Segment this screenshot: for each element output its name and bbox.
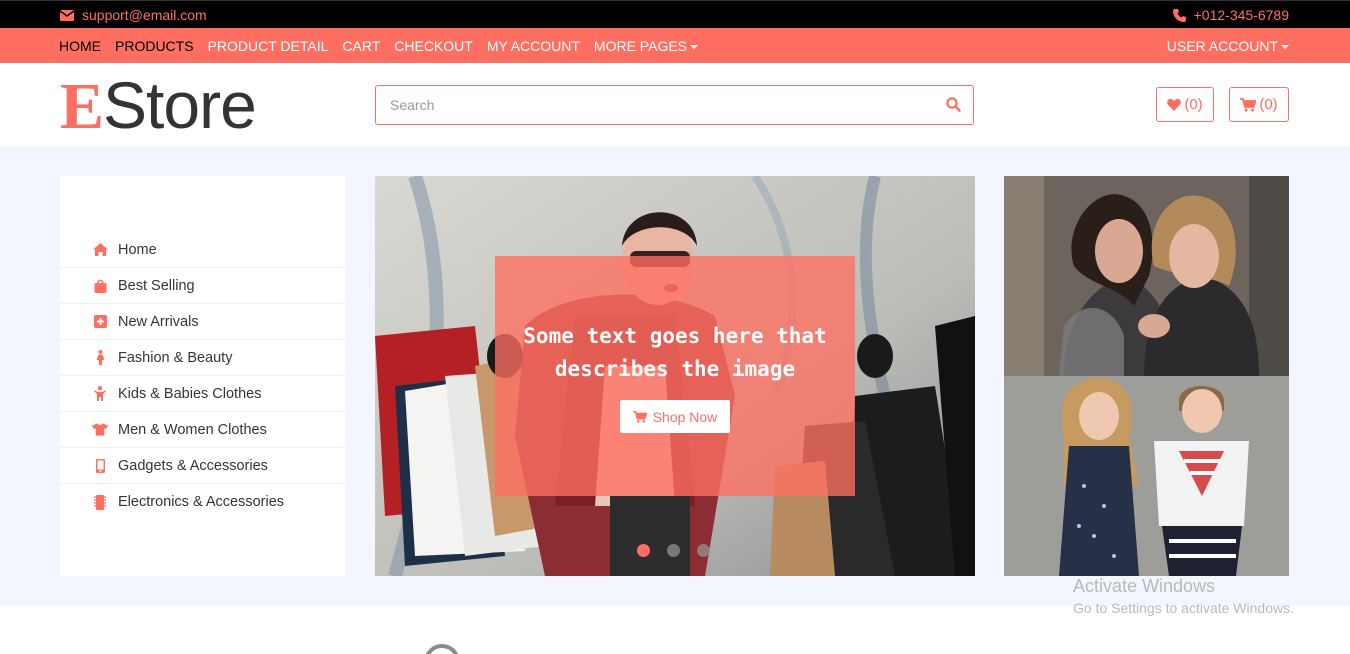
activate-windows-title: Activate Windows [1073, 576, 1216, 596]
activate-windows-subtitle: Go to Settings to activate Windows. [1073, 600, 1294, 616]
chevron-down-icon [1281, 45, 1289, 50]
nav-home[interactable]: HOME [59, 38, 101, 54]
category-item-home[interactable]: Home [60, 232, 345, 268]
category-label: New Arrivals [118, 313, 199, 330]
kids-photo [1004, 376, 1289, 576]
circle-icon [424, 644, 460, 654]
carousel-dot[interactable] [697, 544, 710, 557]
category-item-new-arrivals[interactable]: New Arrivals [60, 304, 345, 340]
shopping-bag-icon [92, 278, 108, 294]
category-item-men-women[interactable]: Men & Women Clothes [60, 412, 345, 448]
category-item-electronics[interactable]: Electronics & Accessories [60, 484, 345, 520]
heart-icon [1167, 98, 1182, 111]
cart-icon [1240, 97, 1257, 111]
category-item-gadgets[interactable]: Gadgets & Accessories [60, 448, 345, 484]
email-text: support@email.com [82, 7, 207, 23]
nav-checkout[interactable]: CHECKOUT [394, 38, 473, 54]
cart-button[interactable]: (0) [1229, 87, 1289, 122]
nav-more-pages[interactable]: MORE PAGES [593, 38, 699, 54]
shop-now-label: Shop Now [652, 408, 718, 425]
hero-caption-line-2: describes the image [554, 357, 796, 381]
nav-products[interactable]: PRODUCTS [115, 38, 194, 54]
carousel-indicators [637, 544, 710, 557]
category-label: Fashion & Beauty [118, 349, 233, 366]
category-sidebar: Home Best Selling New Arrivals Fashion &… [60, 176, 345, 576]
carousel-dot[interactable] [637, 544, 650, 557]
cart-icon [632, 410, 647, 423]
support-email[interactable]: support@email.com [60, 7, 207, 23]
category-label: Kids & Babies Clothes [118, 385, 262, 402]
category-label: Electronics & Accessories [118, 494, 285, 510]
envelope-icon [60, 9, 74, 21]
search-input[interactable] [390, 86, 930, 124]
plus-square-icon [92, 314, 108, 330]
hero-caption-line-1: Some text goes here that [523, 324, 827, 348]
category-label: Home [118, 241, 157, 258]
user-account-label: USER ACCOUNT [1166, 38, 1278, 54]
category-item-fashion-beauty[interactable]: Fashion & Beauty [60, 340, 345, 376]
category-label: Men & Women Clothes [118, 421, 267, 438]
nav-cart[interactable]: CART [342, 38, 380, 54]
nav-menu: HOME PRODUCTS PRODUCT DETAIL CART CHECKO… [59, 38, 712, 54]
female-icon [92, 350, 108, 366]
mobile-icon [92, 458, 108, 474]
cart-count: (0) [1259, 96, 1278, 113]
logo-text: Store [103, 68, 257, 142]
logo-letter: E [60, 70, 104, 143]
microchip-icon [92, 494, 108, 510]
nav-product-detail[interactable]: PRODUCT DETAIL [208, 38, 329, 54]
carousel-dot[interactable] [667, 544, 680, 557]
shop-now-button[interactable]: Shop Now [620, 400, 730, 433]
chevron-down-icon [690, 45, 699, 50]
header: EStore (0) (0) [0, 63, 1350, 146]
nav-my-account[interactable]: MY ACCOUNT [487, 38, 580, 54]
top-bar: support@email.com +012-345-6789 [0, 0, 1350, 28]
phone-icon [1172, 8, 1186, 22]
wishlist-button[interactable]: (0) [1156, 87, 1214, 122]
category-list: Home Best Selling New Arrivals Fashion &… [60, 232, 345, 520]
hero-caption-box: Some text goes here that describes the i… [495, 256, 855, 496]
hero-section: Home Best Selling New Arrivals Fashion &… [0, 146, 1350, 606]
estore-logo[interactable]: EStore [60, 68, 257, 143]
category-item-kids-babies[interactable]: Kids & Babies Clothes [60, 376, 345, 412]
search-box [375, 85, 974, 125]
hero-caption: Some text goes here that describes the i… [495, 320, 855, 386]
promo-image-women[interactable] [1004, 176, 1289, 376]
wishlist-count: (0) [1184, 96, 1203, 113]
women-photo [1004, 176, 1289, 376]
category-label: Best Selling [118, 277, 195, 294]
home-icon [92, 242, 108, 258]
hero-carousel[interactable]: Some text goes here that describes the i… [375, 176, 975, 576]
category-label: Gadgets & Accessories [118, 457, 268, 474]
child-icon [92, 386, 108, 402]
main-navbar: HOME PRODUCTS PRODUCT DETAIL CART CHECKO… [0, 28, 1350, 63]
search-icon[interactable] [946, 97, 961, 112]
support-phone[interactable]: +012-345-6789 [1172, 7, 1289, 23]
tshirt-icon [92, 422, 108, 438]
category-item-best-selling[interactable]: Best Selling [60, 268, 345, 304]
nav-more-pages-label: MORE PAGES [593, 38, 688, 54]
promo-image-kids[interactable] [1004, 376, 1289, 576]
nav-user-account[interactable]: USER ACCOUNT [1167, 38, 1289, 54]
phone-text: +012-345-6789 [1193, 7, 1289, 23]
